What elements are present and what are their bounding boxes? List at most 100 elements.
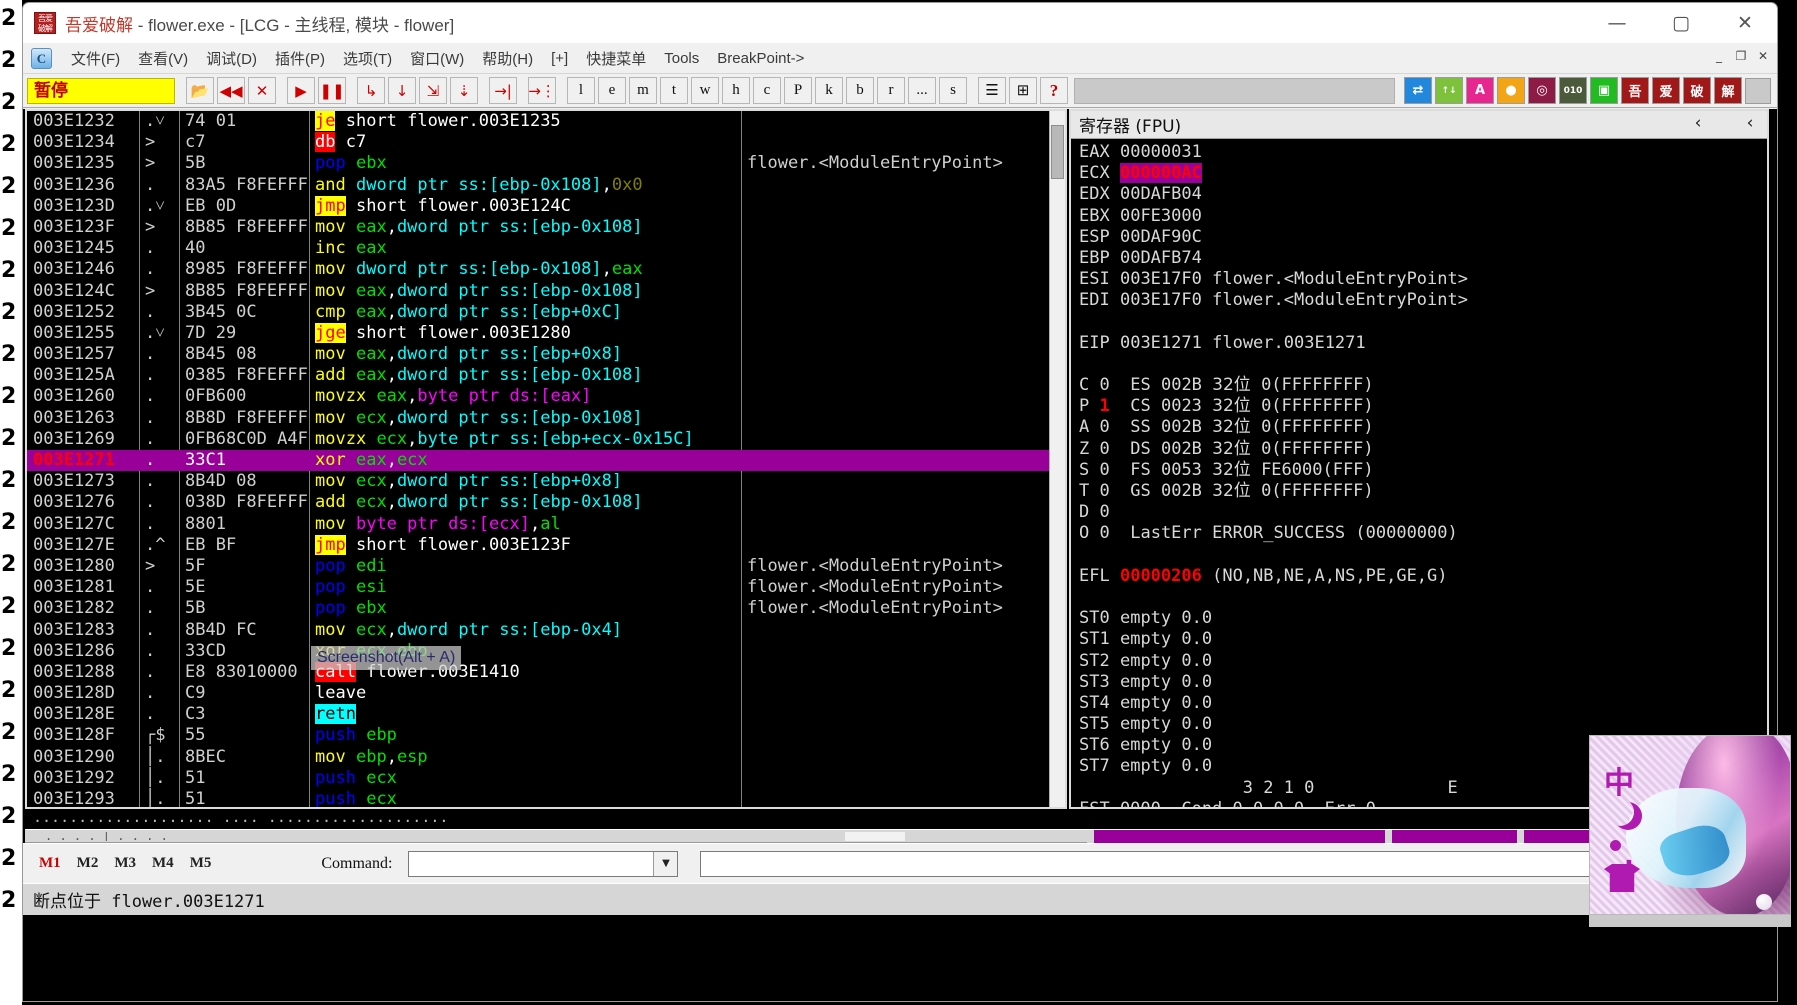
disassembly-row[interactable]: 003E1232 .˅ 74 01 je short flower.003E1235 <box>27 111 1065 132</box>
register-row-EAX[interactable]: EAX 00000031 <box>1079 142 1767 163</box>
run-to-user-code-button[interactable]: →⋮ <box>528 77 556 104</box>
disassembly-row[interactable]: 003E127E .^ EB BF jmp short flower.003E123F <box>27 534 1065 556</box>
fpu-row-ST1[interactable]: ST1 empty 0.0 <box>1079 629 1767 650</box>
flag-row-O[interactable]: O 0 LastErr ERROR_SUCCESS (00000000) <box>1079 523 1767 544</box>
binary-icon[interactable]: 010 <box>1559 77 1587 104</box>
toolbar-letter-k-button[interactable]: k <box>815 77 843 104</box>
updown-arrows-icon[interactable]: ↑↓ <box>1435 77 1463 104</box>
close-button[interactable]: ✕ <box>1713 3 1777 43</box>
toolbar-letter-h-button[interactable]: h <box>722 77 750 104</box>
run-button[interactable]: ▶ <box>287 77 315 104</box>
command-input-wrapper[interactable]: ▼ <box>408 850 679 877</box>
menu-item-5[interactable]: 窗口(W) <box>401 45 473 72</box>
disassembly-row[interactable]: 003E1280 >5F pop edi flower.<ModuleEntryPoi… <box>27 556 1065 577</box>
disassembly-row[interactable]: 003E125A. 0385 F8FEFFFF add eax,dword ptr … <box>27 365 1065 386</box>
swap-arrows-icon[interactable]: ⇄ <box>1404 77 1432 104</box>
po-icon[interactable]: 破 <box>1683 77 1711 104</box>
disassembly-row[interactable]: 003E1236. 83A5 F8FEFFFF and dword ptr ss:[… <box>27 175 1065 196</box>
disassembly-row[interactable]: 003E1271. 33C1 xor eax,ecx <box>27 450 1065 472</box>
disassembly-row[interactable]: 003E1288. E8 83010000 call flower.003E1410 <box>27 661 1065 683</box>
memory-slot-M3[interactable]: M3 <box>114 855 136 872</box>
disassembly-row[interactable]: 003E123F >8B85 F8FEFFFF mov eax,dword ptr … <box>27 217 1065 238</box>
disassembly-row[interactable]: 003E1293 │. 51 push ecx <box>27 789 1065 807</box>
disassembly-row[interactable]: 003E128E. C3 retn <box>27 704 1065 725</box>
command-input[interactable] <box>411 852 656 875</box>
register-row-EBP[interactable]: EBP 00DAFB74 <box>1079 248 1767 269</box>
minimize-button[interactable]: — <box>1585 3 1649 43</box>
disassembly-row[interactable]: 003E127C. 8801 mov byte ptr ds:[ecx],al <box>27 514 1065 535</box>
toolbar-letter-b-button[interactable]: b <box>846 77 874 104</box>
disassembly-row[interactable]: 003E1283. 8B4D FC mov ecx,dword ptr ss:[eb… <box>27 620 1065 641</box>
step-over-button[interactable]: ↓ <box>388 77 416 104</box>
jie-icon[interactable]: 解 <box>1714 77 1742 104</box>
disassembly-row[interactable]: 003E1235 >5B pop ebx flower.<ModuleEntryPoi… <box>27 153 1065 174</box>
disassembly-row[interactable]: 003E1257. 8B45 08 mov eax,dword ptr ss:[eb… <box>27 344 1065 365</box>
disassembly-row[interactable]: 003E1282. 5B pop ebx flower.<ModuleEntryPoi… <box>27 598 1065 619</box>
memory-slot-M4[interactable]: M4 <box>152 855 174 872</box>
toolbar-letter-l-button[interactable]: l <box>567 77 595 104</box>
restart-button[interactable]: ◀◀ <box>217 77 245 104</box>
mdi-restore-button[interactable]: ❐ <box>1731 47 1751 65</box>
fpu-row-ST5[interactable]: ST5 empty 0.0 <box>1079 714 1767 735</box>
flag-row-C[interactable]: C 0 ES 002B 32位 0(FFFFFFFF) <box>1079 375 1767 396</box>
toolbar-letter-m-button[interactable]: m <box>629 77 657 104</box>
disassembly-row[interactable]: 003E1234 > c7 db c7 <box>27 132 1065 153</box>
fpu-row-ST0[interactable]: ST0 empty 0.0 <box>1079 608 1767 629</box>
memory-slot-M2[interactable]: M2 <box>77 855 99 872</box>
disassembly-row[interactable]: 003E1273. 8B4D 08 mov ecx,dword ptr ss:[eb… <box>27 471 1065 492</box>
toolbar-letter-...-button[interactable]: ... <box>908 77 936 104</box>
flag-row-T[interactable]: T 0 GS 002B 32位 0(FFFFFFFF) <box>1079 481 1767 502</box>
close-program-button[interactable]: ✕ <box>248 77 276 104</box>
register-row-EIP[interactable]: EIP 003E1271 flower.003E1271 <box>1079 333 1767 354</box>
register-row-ECX[interactable]: ECX 000000AC <box>1079 163 1767 184</box>
help-button[interactable]: ? <box>1040 77 1068 104</box>
memory-slot-M1[interactable]: M1 <box>39 855 61 872</box>
disassembly-row[interactable]: 003E1252. 3B45 0C cmp eax,dword ptr ss:[eb… <box>27 302 1065 323</box>
disassembly-row[interactable]: 003E1246. 8985 F8FEFFFF mov dword ptr ss:[… <box>27 259 1065 280</box>
menu-item-1[interactable]: 查看(V) <box>129 45 197 72</box>
trace-over-button[interactable]: ⇣ <box>450 77 478 104</box>
open-file-button[interactable]: 📂 <box>186 77 214 104</box>
menu-item-7[interactable]: [+] <box>542 47 577 70</box>
disassembly-row[interactable]: 003E1263. 8B8D F8FEFFFF mov ecx,dword ptr … <box>27 408 1065 429</box>
menu-item-9[interactable]: Tools <box>655 47 708 70</box>
fpu-row-ST4[interactable]: ST4 empty 0.0 <box>1079 693 1767 714</box>
register-row-EDX[interactable]: EDX 00DAFB04 <box>1079 184 1767 205</box>
menu-item-6[interactable]: 帮助(H) <box>473 45 542 72</box>
disassembly-row[interactable]: 003E1286.33CDxor ecx,ebp <box>27 641 1065 662</box>
mdi-close-button[interactable]: ✕ <box>1753 47 1773 65</box>
pane-splitter[interactable]: . . . . | . . . . | . . — <box>25 829 1767 843</box>
registers-prev-button[interactable]: ‹ <box>1687 113 1709 133</box>
execute-till-return-button[interactable]: →| <box>489 77 517 104</box>
register-row-EBX[interactable]: EBX 00FE3000 <box>1079 206 1767 227</box>
flag-row-D[interactable]: D 0 <box>1079 502 1767 523</box>
toolbar-letter-t-button[interactable]: t <box>660 77 688 104</box>
toolbar-letter-c-button[interactable]: c <box>753 77 781 104</box>
mdi-minimize-button[interactable]: _ <box>1709 47 1729 65</box>
menu-item-10[interactable]: BreakPoint-> <box>708 47 813 70</box>
disassembly-row[interactable]: 003E124C >8B85 F8FEFFFF mov eax,dword ptr … <box>27 281 1065 302</box>
menu-item-0[interactable]: 文件(F) <box>62 45 129 72</box>
flag-row-S[interactable]: S 0 FS 0053 32位 FE6000(FFF) <box>1079 460 1767 481</box>
toolbar-letter-s-button[interactable]: s <box>939 77 967 104</box>
menu-item-3[interactable]: 插件(P) <box>266 45 334 72</box>
disassembly-row[interactable]: 003E1245. 40 inc eax <box>27 238 1065 259</box>
menu-item-8[interactable]: 快捷菜单 <box>577 45 655 72</box>
menu-item-4[interactable]: 选项(T) <box>334 45 401 72</box>
trace-into-button[interactable]: ⇲ <box>419 77 447 104</box>
fpu-row-ST2[interactable]: ST2 empty 0.0 <box>1079 651 1767 672</box>
menu-item-2[interactable]: 调试(D) <box>197 45 266 72</box>
registers-next-button[interactable]: ‹ <box>1739 113 1761 133</box>
disassembly-row[interactable]: 003E1292 │. 51 push ecx <box>27 768 1065 789</box>
target-icon[interactable]: ◎ <box>1528 77 1556 104</box>
disassembly-row[interactable]: 003E1255 .˅ 7D 29 jge short flower.003E1280 <box>27 322 1065 344</box>
pause-button[interactable]: ❚❚ <box>318 77 346 104</box>
registers-pane[interactable]: 寄存器 (FPU) ‹ ‹ EAX 00000031 ECX 000000AC ED… <box>1069 109 1769 809</box>
letter-a-icon[interactable]: A <box>1466 77 1494 104</box>
register-row-ESP[interactable]: ESP 00DAF90C <box>1079 227 1767 248</box>
window-grid-button[interactable]: ⊞ <box>1009 77 1037 104</box>
toolbar-letter-r-button[interactable]: r <box>877 77 905 104</box>
disassembly-pane[interactable]: 003E1232 .˅ 74 01 je short flower.003E1235 0… <box>25 109 1067 809</box>
disassembly-row[interactable]: 003E1281. 5E pop esi flower.<ModuleEntryPoi… <box>27 577 1065 598</box>
disassembly-row[interactable]: 003E123D .˅ EB 0D jmp short flower.003E124C <box>27 195 1065 217</box>
